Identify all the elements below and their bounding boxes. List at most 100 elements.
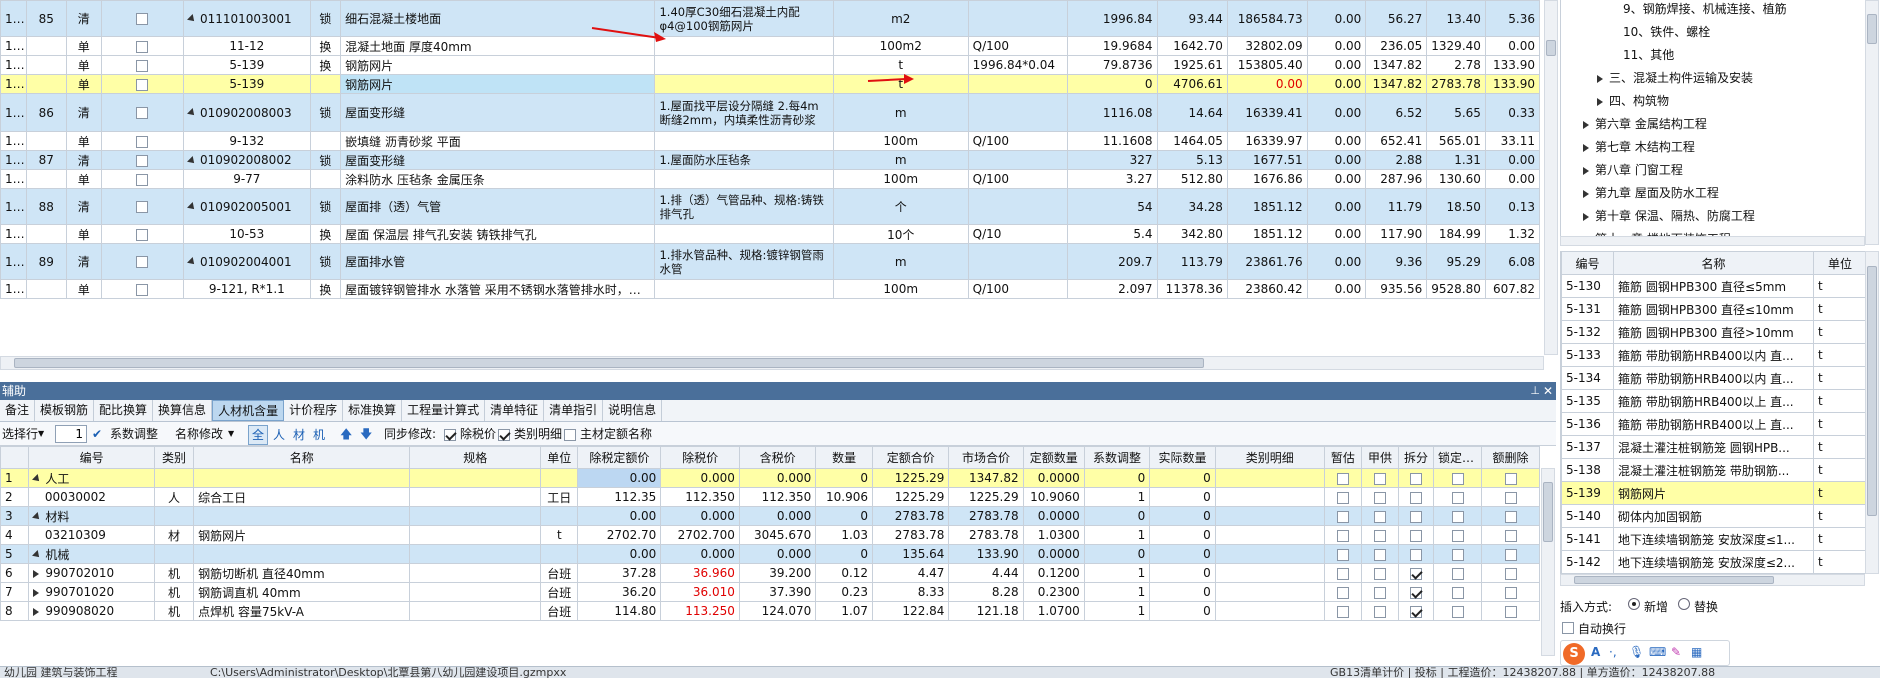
tree-node[interactable]: 第六章 金属结构工程 bbox=[1583, 113, 1707, 136]
row-checkbox[interactable] bbox=[100, 279, 184, 299]
resource-spec[interactable] bbox=[409, 468, 542, 488]
quantity[interactable]: 209.7 bbox=[1067, 243, 1158, 280]
bill-row[interactable]: 190 单 9-132 嵌填缝 沥青砂浆 平面 100m Q/100 11.1608 1464… bbox=[0, 131, 1540, 151]
resource-grid[interactable]: 编号 类别 名称 规格 单位 除税定额价 除税价 含税价 数量 定额合价 市场合价 定额数量 系数调整实… bbox=[0, 446, 1540, 656]
close-icon[interactable]: ✕ bbox=[1543, 382, 1553, 400]
item-name[interactable]: 钢筋网片 bbox=[340, 55, 656, 75]
delete-checkbox[interactable] bbox=[1481, 544, 1540, 564]
column-header[interactable]: 除税定额价 bbox=[577, 446, 662, 469]
estimate-checkbox[interactable] bbox=[1323, 563, 1362, 583]
tab-7[interactable]: 工程量计算式 bbox=[402, 400, 486, 421]
quantity[interactable]: 79.8736 bbox=[1067, 55, 1158, 75]
quantity-expression[interactable] bbox=[967, 0, 1069, 37]
actual-qty[interactable]: 0 bbox=[1149, 468, 1216, 488]
price-excl-tax-quota[interactable]: 0.00 bbox=[577, 506, 662, 526]
tree-node[interactable]: 第九章 屋面及防水工程 bbox=[1583, 182, 1719, 205]
item-feature[interactable] bbox=[654, 224, 834, 244]
owner-supply-checkbox[interactable] bbox=[1360, 544, 1400, 564]
price-excl-tax[interactable]: 0.000 bbox=[660, 506, 740, 526]
coef-adjust-button[interactable]: 系数调整 bbox=[110, 425, 158, 443]
actual-qty[interactable]: 0 bbox=[1149, 563, 1216, 583]
row-checkbox[interactable] bbox=[100, 36, 184, 56]
price-excl-tax[interactable]: 36.960 bbox=[660, 563, 740, 583]
resource-name[interactable] bbox=[193, 506, 411, 526]
delete-checkbox[interactable] bbox=[1481, 468, 1540, 488]
item-code[interactable]: 010902008002 bbox=[182, 150, 311, 170]
price-incl-tax[interactable]: 0.000 bbox=[738, 544, 817, 564]
delete-checkbox[interactable] bbox=[1481, 601, 1540, 621]
lock-price-checkbox[interactable] bbox=[1432, 582, 1483, 602]
quota-list[interactable]: 编号 名称 单位 5-130 箍筋 圆钢HPB300 直径≤5mm t 5-131 箍筋 圆钢… bbox=[1560, 251, 1865, 574]
column-header[interactable]: 暂估 bbox=[1323, 446, 1362, 469]
item-code[interactable]: 5-139 bbox=[182, 55, 311, 75]
collapse-icon[interactable] bbox=[187, 202, 197, 212]
insert-new-radio[interactable] bbox=[1628, 598, 1640, 610]
item-name[interactable]: 涂料防水 压毡条 金属压条 bbox=[340, 169, 656, 189]
price-excl-tax-quota[interactable]: 2702.70 bbox=[577, 525, 662, 545]
quota-row[interactable]: 5-135 箍筋 带肋钢筋HRB400以上 直... t bbox=[1561, 389, 1865, 413]
resource-code[interactable]: 00030002 bbox=[28, 487, 155, 507]
price-excl-tax-quota[interactable]: 0.00 bbox=[577, 544, 662, 564]
chevron-down-icon[interactable]: ▼ bbox=[228, 425, 234, 443]
resource-name[interactable] bbox=[193, 468, 411, 488]
coef-adjust[interactable]: 1 bbox=[1083, 563, 1151, 583]
split-checkbox[interactable] bbox=[1398, 468, 1434, 488]
resource-name[interactable]: 综合工日 bbox=[193, 487, 411, 507]
price-excl-tax[interactable]: 0.000 bbox=[660, 544, 740, 564]
tab-8[interactable]: 清单特征 bbox=[485, 400, 545, 421]
resource-qty[interactable]: 0 bbox=[815, 468, 874, 488]
lock-price-checkbox[interactable] bbox=[1432, 487, 1483, 507]
arrow-up-icon[interactable]: 🡅 bbox=[340, 425, 352, 443]
filter-3[interactable]: 机 bbox=[310, 426, 328, 444]
column-header[interactable]: 甲供 bbox=[1360, 446, 1400, 469]
price-incl-tax[interactable]: 39.200 bbox=[738, 563, 817, 583]
quantity[interactable]: 1996.84 bbox=[1067, 0, 1158, 37]
column-header[interactable]: 类别 bbox=[153, 446, 195, 469]
item-name[interactable]: 屋面排水管 bbox=[340, 243, 656, 280]
resource-qty[interactable]: 0.12 bbox=[815, 563, 874, 583]
quantity-expression[interactable]: Q/100 bbox=[967, 36, 1069, 56]
quantity-expression[interactable] bbox=[967, 93, 1069, 132]
resource-spec[interactable] bbox=[409, 506, 542, 526]
expand-icon[interactable] bbox=[1597, 74, 1603, 83]
owner-supply-checkbox[interactable] bbox=[1360, 468, 1400, 488]
resource-row[interactable]: 1 人工 0.00 0.000 0.000 0 1225.29 1347.82 0.0000 0 0 bbox=[0, 468, 1540, 488]
category-detail[interactable] bbox=[1214, 506, 1325, 526]
filter-1[interactable]: 人 bbox=[270, 426, 288, 444]
coef-adjust[interactable]: 0 bbox=[1083, 544, 1151, 564]
price-excl-tax[interactable]: 2702.700 bbox=[660, 525, 740, 545]
quantity[interactable]: 1116.08 bbox=[1067, 93, 1158, 132]
price-excl-tax-quota[interactable]: 0.00 bbox=[577, 468, 662, 488]
quota-row[interactable]: 5-136 箍筋 带肋钢筋HRB400以上 直... t bbox=[1561, 412, 1865, 436]
bill-row[interactable]: 196 单 9-121, R*1.1 换屋面镀锌钢管排水 水落管 采用不锈钢水落管排水… bbox=[0, 279, 1540, 299]
lock-price-checkbox[interactable] bbox=[1432, 468, 1483, 488]
column-header[interactable]: 名称 bbox=[193, 446, 411, 469]
tree-node[interactable]: 三、混凝土构件运输及安装 bbox=[1597, 67, 1753, 90]
expand-icon[interactable] bbox=[1583, 212, 1589, 221]
item-code[interactable]: 5-139 bbox=[182, 74, 311, 94]
pin-icon[interactable]: ⊥ bbox=[1530, 382, 1540, 400]
filter-0[interactable]: 全 bbox=[248, 425, 269, 445]
item-code[interactable]: 9-132 bbox=[182, 131, 311, 151]
row-checkbox[interactable] bbox=[100, 243, 184, 280]
tree-vertical-scrollbar-thumb[interactable] bbox=[1867, 14, 1877, 44]
row-checkbox[interactable] bbox=[100, 224, 184, 244]
sogou-logo-icon[interactable]: S bbox=[1563, 643, 1585, 665]
quota-chapter-tree[interactable]: 9、钢筋焊接、机械连接、植筋 10、铁件、螺栓 11、其他 三、混凝土构件运输及安装四… bbox=[1560, 0, 1865, 245]
price-incl-tax[interactable]: 37.390 bbox=[738, 582, 817, 602]
tree-node[interactable]: 10、铁件、螺栓 bbox=[1611, 21, 1710, 44]
item-feature[interactable]: 1.排（透）气管品种、规格:铸铁排气孔 bbox=[654, 188, 834, 225]
resource-qty[interactable]: 0 bbox=[815, 544, 874, 564]
category-detail[interactable] bbox=[1214, 525, 1325, 545]
coef-adjust[interactable]: 0 bbox=[1083, 506, 1151, 526]
resource-code[interactable]: 机械 bbox=[28, 544, 155, 564]
actual-qty[interactable]: 0 bbox=[1149, 582, 1216, 602]
tab-0[interactable]: 备注 bbox=[0, 400, 36, 421]
collapse-icon[interactable] bbox=[187, 108, 197, 118]
coef-adjust[interactable]: 1 bbox=[1083, 601, 1151, 621]
item-feature[interactable] bbox=[654, 55, 834, 75]
resource-spec[interactable] bbox=[409, 563, 542, 583]
expand-icon[interactable] bbox=[1583, 166, 1589, 175]
quantity-expression[interactable] bbox=[967, 150, 1069, 170]
bill-row[interactable]: 185 85 清 011101003001 锁细石混凝土楼地面 1.40厚C30细石混凝土… bbox=[0, 0, 1540, 37]
